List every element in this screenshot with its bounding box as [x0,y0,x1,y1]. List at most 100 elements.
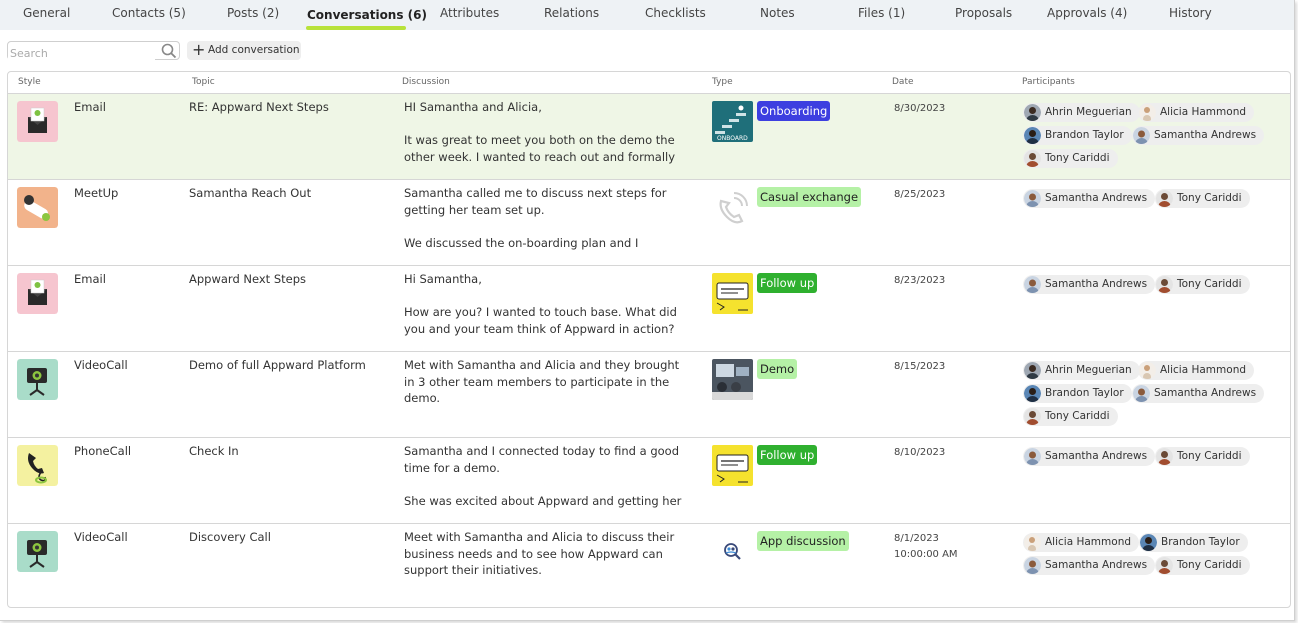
topic-text[interactable]: Demo of full Appward Platform [189,357,366,374]
topic-text[interactable]: Discovery Call [189,529,271,546]
discussion-text: Hi Samantha, How are you? I wanted to to… [404,272,677,336]
topic-text[interactable]: Samantha Reach Out [189,185,311,202]
participant-chip[interactable]: Samantha Andrews [1023,189,1156,208]
participant-chip[interactable]: Tony Cariddi [1023,407,1118,426]
table-row[interactable]: VideoCall Demo of full Appward Platform … [8,351,1290,437]
type-tag: Casual exchange [757,187,862,207]
participant-chip[interactable]: Tony Cariddi [1155,275,1250,294]
email-style-icon [17,273,58,314]
svg-text:ONBOARD: ONBOARD [717,135,748,142]
participant-name: Tony Cariddi [1177,450,1242,462]
column-header-type[interactable]: Type [712,77,733,87]
discussion-text: Samantha called me to discuss next steps… [404,186,667,250]
participant-name: Samantha Andrews [1045,278,1148,290]
participant-chip[interactable]: Ahrin Meguerian [1023,361,1140,380]
avatar [1156,190,1173,207]
add-conversation-button[interactable]: + Add conversation [187,41,301,60]
topic-text[interactable]: Appward Next Steps [189,271,306,288]
topic-text[interactable]: RE: Appward Next Steps [189,99,329,116]
participant-name: Brandon Taylor [1161,536,1240,548]
type-tag: Onboarding [757,101,831,121]
participant-chip[interactable]: Tony Cariddi [1155,189,1250,208]
participant-name: Tony Cariddi [1177,278,1242,290]
participant-chip[interactable]: Brandon Taylor [1139,533,1248,552]
search-box [7,41,180,62]
tab-conversations[interactable]: Conversations (6) [307,8,427,22]
participant-chip[interactable]: Alicia Hammond [1138,361,1255,380]
avatar [1133,127,1150,144]
participant-chip[interactable]: Alicia Hammond [1023,533,1140,552]
time-text: 10:00:00 AM [894,549,958,560]
participant-chip[interactable]: Samantha Andrews [1023,447,1156,466]
table-row[interactable]: Email Appward Next Steps Hi Samantha, Ho… [8,265,1290,351]
magnifier-people-icon [724,543,741,560]
tab-contacts[interactable]: Contacts (5) [112,6,186,20]
tab-notes[interactable]: Notes [760,6,795,20]
participant-chip[interactable]: Tony Cariddi [1023,149,1118,168]
tab-checklists[interactable]: Checklists [645,6,706,20]
participant-name: Tony Cariddi [1045,152,1110,164]
participant-chip[interactable]: Samantha Andrews [1023,275,1156,294]
type-tag: Follow up [757,445,818,465]
participant-name: Samantha Andrews [1045,450,1148,462]
tab-posts[interactable]: Posts (2) [227,6,279,20]
table-row[interactable]: Email RE: Appward Next Steps HI Samantha… [8,93,1290,179]
tab-relations[interactable]: Relations [544,6,599,20]
participant-chip[interactable]: Tony Cariddi [1155,447,1250,466]
participant-chip[interactable]: Brandon Taylor [1023,126,1132,145]
participant-chip[interactable]: Alicia Hammond [1138,103,1255,122]
participant-name: Brandon Taylor [1045,129,1124,141]
topic-text[interactable]: Check In [189,443,239,460]
date-cell: 8/23/2023 [894,273,945,289]
tab-general[interactable]: General [23,6,70,20]
search-icon[interactable] [161,43,177,59]
plus-icon: + [192,40,206,59]
table-row[interactable]: PhoneCall Check In Samantha and I connec… [8,437,1290,523]
add-conversation-label: Add conversation [208,44,300,56]
participant-name: Tony Cariddi [1177,559,1242,571]
tab-approvals[interactable]: Approvals (4) [1047,6,1127,20]
style-label: VideoCall [74,358,128,372]
participant-name: Tony Cariddi [1045,410,1110,422]
avatar [1140,534,1157,551]
participant-chip[interactable]: Tony Cariddi [1155,556,1250,575]
search-input[interactable] [8,45,155,62]
participant-chip[interactable]: Brandon Taylor [1023,384,1132,403]
avatar [1156,557,1173,574]
discussion-text: Meet with Samantha and Alicia to discuss… [404,530,675,577]
avatar [1156,448,1173,465]
date-text: 8/23/2023 [894,275,946,286]
column-header-date[interactable]: Date [892,77,914,87]
tab-history[interactable]: History [1169,6,1212,20]
participant-name: Brandon Taylor [1045,387,1124,399]
tab-proposals[interactable]: Proposals [955,6,1012,20]
column-header-discussion[interactable]: Discussion [402,77,450,87]
tab-attributes[interactable]: Attributes [440,6,499,20]
table-row[interactable]: MeetUp Samantha Reach Out Samantha calle… [8,179,1290,265]
participant-name: Ahrin Meguerian [1045,106,1132,118]
table-row[interactable]: VideoCall Discovery Call Meet with Saman… [8,523,1290,607]
participant-chip[interactable]: Samantha Andrews [1132,384,1265,403]
participant-name: Alicia Hammond [1160,106,1247,118]
participant-chip[interactable]: Ahrin Meguerian [1023,103,1140,122]
tab-files[interactable]: Files (1) [858,6,905,20]
conversations-panel: General Contacts (5) Posts (2) Conversat… [0,0,1295,621]
participant-name: Ahrin Meguerian [1045,364,1132,376]
date-text: 8/10/2023 [894,447,946,458]
type-tag: App discussion [757,531,849,551]
conversations-table: Style Topic Discussion Type Date Partici… [7,71,1291,608]
videocall-style-icon [17,359,58,400]
date-cell: 8/15/2023 [894,359,945,375]
column-header-topic[interactable]: Topic [192,77,215,87]
avatar [1024,448,1041,465]
column-header-participants[interactable]: Participants [1022,77,1075,87]
phone-waves-icon [719,192,748,224]
participant-chip[interactable]: Samantha Andrews [1132,126,1265,145]
participant-chip[interactable]: Samantha Andrews [1023,556,1156,575]
style-label: PhoneCall [74,444,132,458]
style-label: MeetUp [74,186,119,200]
date-cell: 8/10/2023 [894,445,945,461]
column-header-style[interactable]: Style [18,77,41,87]
participant-name: Samantha Andrews [1045,559,1148,571]
participant-name: Alicia Hammond [1045,536,1132,548]
